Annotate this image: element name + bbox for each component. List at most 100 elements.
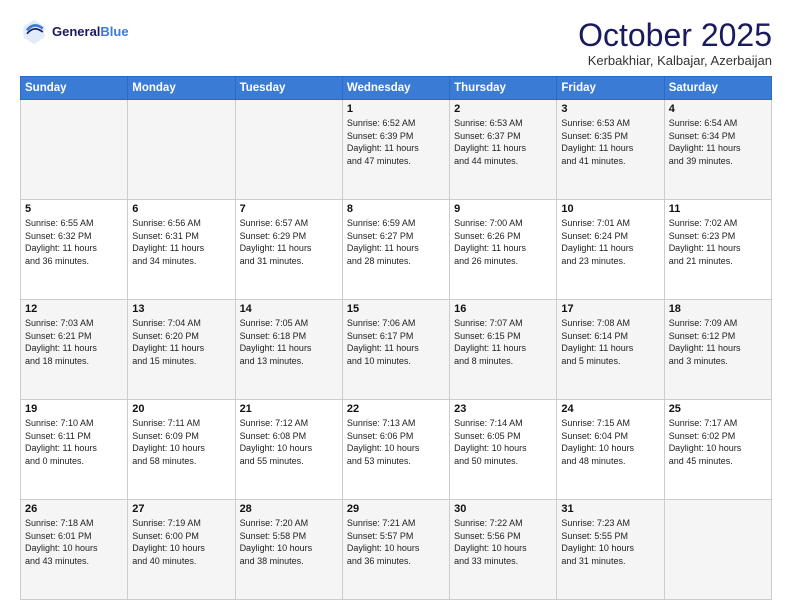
day-number: 25 bbox=[669, 403, 767, 415]
calendar-cell: 18 Sunrise: 7:09 AM Sunset: 6:12 PM Dayli… bbox=[664, 300, 771, 400]
logo-text: GeneralBlue bbox=[52, 24, 129, 40]
day-number: 15 bbox=[347, 303, 445, 315]
day-info: Sunrise: 7:09 AM Sunset: 6:12 PM Dayligh… bbox=[669, 317, 767, 367]
day-number: 6 bbox=[132, 203, 230, 215]
day-info: Sunrise: 7:22 AM Sunset: 5:56 PM Dayligh… bbox=[454, 517, 552, 567]
calendar-cell: 4 Sunrise: 6:54 AM Sunset: 6:34 PM Daylig… bbox=[664, 100, 771, 200]
day-number: 9 bbox=[454, 203, 552, 215]
calendar-cell: 8Sunrise: 6:59 AM Sunset: 6:27 PM Daylig… bbox=[342, 200, 449, 300]
day-info: Sunrise: 7:13 AM Sunset: 6:06 PM Dayligh… bbox=[347, 417, 445, 467]
day-number: 7 bbox=[240, 203, 338, 215]
title-block: October 2025 Kerbakhiar, Kalbajar, Azerb… bbox=[578, 18, 772, 68]
col-header-sunday: Sunday bbox=[21, 77, 128, 100]
day-number: 22 bbox=[347, 403, 445, 415]
col-header-tuesday: Tuesday bbox=[235, 77, 342, 100]
day-number: 12 bbox=[25, 303, 123, 315]
day-info: Sunrise: 7:03 AM Sunset: 6:21 PM Dayligh… bbox=[25, 317, 123, 367]
calendar-cell: 27 Sunrise: 7:19 AM Sunset: 6:00 PM Dayli… bbox=[128, 500, 235, 600]
day-info: Sunrise: 7:01 AM Sunset: 6:24 PM Dayligh… bbox=[561, 217, 659, 267]
calendar-table: SundayMondayTuesdayWednesdayThursdayFrid… bbox=[20, 76, 772, 600]
day-info: Sunrise: 7:15 AM Sunset: 6:04 PM Dayligh… bbox=[561, 417, 659, 467]
day-info: Sunrise: 7:19 AM Sunset: 6:00 PM Dayligh… bbox=[132, 517, 230, 567]
col-header-saturday: Saturday bbox=[664, 77, 771, 100]
calendar-cell: 25 Sunrise: 7:17 AM Sunset: 6:02 PM Dayli… bbox=[664, 400, 771, 500]
month-title: October 2025 bbox=[578, 18, 772, 53]
col-header-wednesday: Wednesday bbox=[342, 77, 449, 100]
calendar-cell bbox=[664, 500, 771, 600]
calendar-cell bbox=[128, 100, 235, 200]
day-number: 20 bbox=[132, 403, 230, 415]
day-info: Sunrise: 7:08 AM Sunset: 6:14 PM Dayligh… bbox=[561, 317, 659, 367]
day-info: Sunrise: 7:04 AM Sunset: 6:20 PM Dayligh… bbox=[132, 317, 230, 367]
calendar-cell: 7 Sunrise: 6:57 AM Sunset: 6:29 PM Daylig… bbox=[235, 200, 342, 300]
calendar-cell: 1 Sunrise: 6:52 AM Sunset: 6:39 PM Daylig… bbox=[342, 100, 449, 200]
day-info: Sunrise: 6:52 AM Sunset: 6:39 PM Dayligh… bbox=[347, 117, 445, 167]
day-number: 14 bbox=[240, 303, 338, 315]
page: GeneralBlue October 2025 Kerbakhiar, Kal… bbox=[0, 0, 792, 612]
day-info: Sunrise: 6:55 AM Sunset: 6:32 PM Dayligh… bbox=[25, 217, 123, 267]
day-number: 4 bbox=[669, 103, 767, 115]
calendar-cell: 19 Sunrise: 7:10 AM Sunset: 6:11 PM Dayli… bbox=[21, 400, 128, 500]
calendar-cell: 20 Sunrise: 7:11 AM Sunset: 6:09 PM Dayli… bbox=[128, 400, 235, 500]
logo: GeneralBlue bbox=[20, 18, 129, 46]
day-number: 30 bbox=[454, 503, 552, 515]
calendar-cell: 9 Sunrise: 7:00 AM Sunset: 6:26 PM Daylig… bbox=[450, 200, 557, 300]
day-number: 1 bbox=[347, 103, 445, 115]
day-info: Sunrise: 7:00 AM Sunset: 6:26 PM Dayligh… bbox=[454, 217, 552, 267]
calendar-cell bbox=[235, 100, 342, 200]
day-number: 2 bbox=[454, 103, 552, 115]
calendar-cell: 5 Sunrise: 6:55 AM Sunset: 6:32 PM Daylig… bbox=[21, 200, 128, 300]
calendar-cell: 12 Sunrise: 7:03 AM Sunset: 6:21 PM Dayli… bbox=[21, 300, 128, 400]
day-info: Sunrise: 6:57 AM Sunset: 6:29 PM Dayligh… bbox=[240, 217, 338, 267]
calendar-cell: 11Sunrise: 7:02 AM Sunset: 6:23 PM Dayli… bbox=[664, 200, 771, 300]
day-number: 27 bbox=[132, 503, 230, 515]
day-info: Sunrise: 7:07 AM Sunset: 6:15 PM Dayligh… bbox=[454, 317, 552, 367]
col-header-thursday: Thursday bbox=[450, 77, 557, 100]
calendar-cell: 24 Sunrise: 7:15 AM Sunset: 6:04 PM Dayli… bbox=[557, 400, 664, 500]
calendar-cell: 14 Sunrise: 7:05 AM Sunset: 6:18 PM Dayli… bbox=[235, 300, 342, 400]
calendar-cell: 13 Sunrise: 7:04 AM Sunset: 6:20 PM Dayli… bbox=[128, 300, 235, 400]
day-info: Sunrise: 6:56 AM Sunset: 6:31 PM Dayligh… bbox=[132, 217, 230, 267]
calendar-cell: 29 Sunrise: 7:21 AM Sunset: 5:57 PM Dayli… bbox=[342, 500, 449, 600]
day-number: 21 bbox=[240, 403, 338, 415]
day-number: 13 bbox=[132, 303, 230, 315]
calendar-cell: 21 Sunrise: 7:12 AM Sunset: 6:08 PM Dayli… bbox=[235, 400, 342, 500]
day-number: 23 bbox=[454, 403, 552, 415]
day-number: 19 bbox=[25, 403, 123, 415]
calendar-cell: 16 Sunrise: 7:07 AM Sunset: 6:15 PM Dayli… bbox=[450, 300, 557, 400]
day-number: 5 bbox=[25, 203, 123, 215]
day-number: 3 bbox=[561, 103, 659, 115]
day-number: 16 bbox=[454, 303, 552, 315]
day-info: Sunrise: 7:11 AM Sunset: 6:09 PM Dayligh… bbox=[132, 417, 230, 467]
calendar-cell: 26Sunrise: 7:18 AM Sunset: 6:01 PM Dayli… bbox=[21, 500, 128, 600]
day-info: Sunrise: 7:05 AM Sunset: 6:18 PM Dayligh… bbox=[240, 317, 338, 367]
day-info: Sunrise: 7:14 AM Sunset: 6:05 PM Dayligh… bbox=[454, 417, 552, 467]
day-info: Sunrise: 7:12 AM Sunset: 6:08 PM Dayligh… bbox=[240, 417, 338, 467]
day-number: 26 bbox=[25, 503, 123, 515]
day-info: Sunrise: 7:20 AM Sunset: 5:58 PM Dayligh… bbox=[240, 517, 338, 567]
calendar-cell: 3Sunrise: 6:53 AM Sunset: 6:35 PM Daylig… bbox=[557, 100, 664, 200]
day-number: 18 bbox=[669, 303, 767, 315]
day-number: 31 bbox=[561, 503, 659, 515]
logo-blue: Blue bbox=[100, 24, 128, 39]
day-number: 11 bbox=[669, 203, 767, 215]
day-number: 29 bbox=[347, 503, 445, 515]
logo-general: General bbox=[52, 24, 100, 39]
calendar-cell: 31Sunrise: 7:23 AM Sunset: 5:55 PM Dayli… bbox=[557, 500, 664, 600]
day-info: Sunrise: 7:21 AM Sunset: 5:57 PM Dayligh… bbox=[347, 517, 445, 567]
calendar-cell: 2Sunrise: 6:53 AM Sunset: 6:37 PM Daylig… bbox=[450, 100, 557, 200]
day-number: 17 bbox=[561, 303, 659, 315]
day-number: 10 bbox=[561, 203, 659, 215]
calendar-cell bbox=[21, 100, 128, 200]
col-header-monday: Monday bbox=[128, 77, 235, 100]
calendar-cell: 30 Sunrise: 7:22 AM Sunset: 5:56 PM Dayli… bbox=[450, 500, 557, 600]
calendar-cell: 28Sunrise: 7:20 AM Sunset: 5:58 PM Dayli… bbox=[235, 500, 342, 600]
day-number: 24 bbox=[561, 403, 659, 415]
day-info: Sunrise: 7:17 AM Sunset: 6:02 PM Dayligh… bbox=[669, 417, 767, 467]
calendar-cell: 10 Sunrise: 7:01 AM Sunset: 6:24 PM Dayli… bbox=[557, 200, 664, 300]
day-info: Sunrise: 7:06 AM Sunset: 6:17 PM Dayligh… bbox=[347, 317, 445, 367]
header: GeneralBlue October 2025 Kerbakhiar, Kal… bbox=[20, 18, 772, 68]
day-info: Sunrise: 7:10 AM Sunset: 6:11 PM Dayligh… bbox=[25, 417, 123, 467]
day-info: Sunrise: 6:54 AM Sunset: 6:34 PM Dayligh… bbox=[669, 117, 767, 167]
calendar-cell: 17 Sunrise: 7:08 AM Sunset: 6:14 PM Dayli… bbox=[557, 300, 664, 400]
